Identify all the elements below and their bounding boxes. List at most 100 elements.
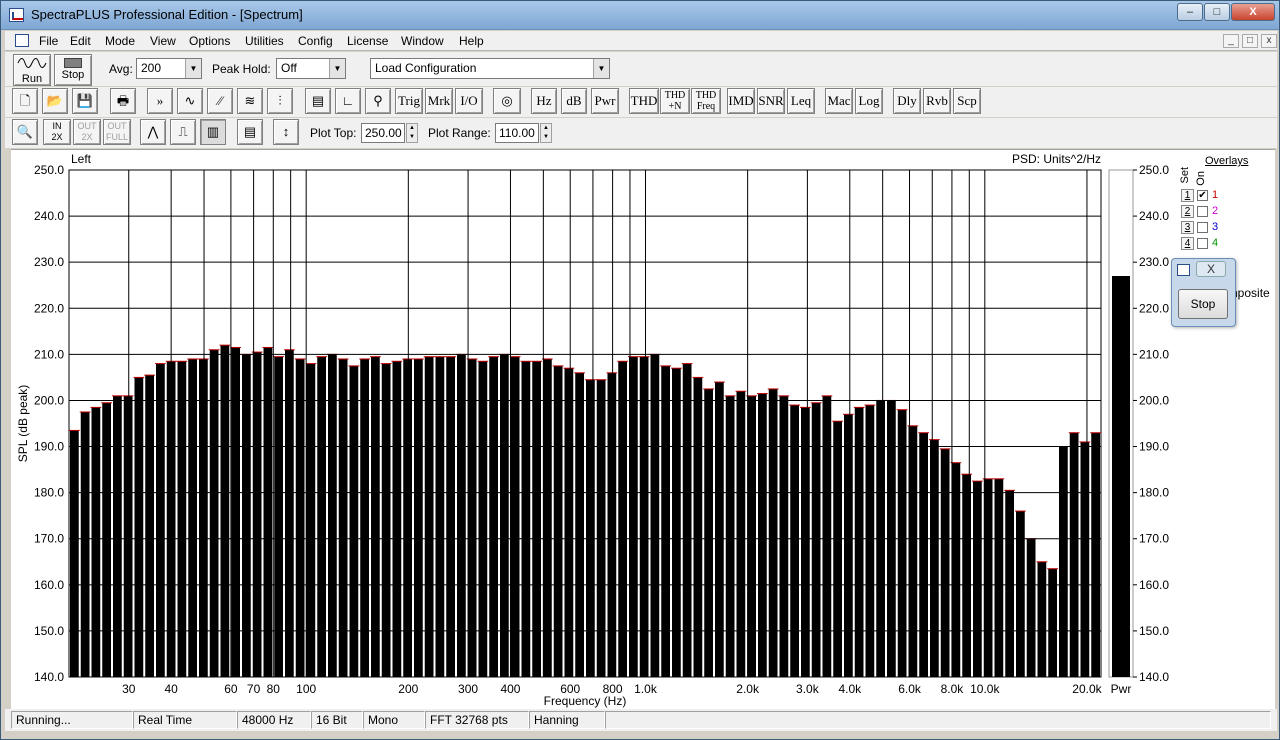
snr-button[interactable]: SNR <box>757 88 785 114</box>
mdi-restore-button[interactable]: □ <box>1242 34 1258 48</box>
menu-config[interactable]: Config <box>298 34 333 48</box>
stop-dialog[interactable]: X Stop <box>1171 258 1236 327</box>
mrk-button[interactable]: Mrk <box>425 88 453 114</box>
overlay-on-2-checkbox[interactable] <box>1197 206 1208 217</box>
composite-label[interactable]: nposite <box>1231 286 1270 300</box>
dialog-close-button[interactable]: X <box>1196 261 1226 277</box>
spectrum-chart[interactable]: 250.0 240.0 230.0 220.0 210.0 200.0 190.0 180.0… <box>11 150 1275 710</box>
x-tick-label: 300 <box>458 682 478 696</box>
step-plot-button[interactable]: ⎍ <box>170 119 196 145</box>
new-file-button[interactable]: 🗋 <box>12 88 38 114</box>
3d-surface-button[interactable]: ⫶ <box>267 88 293 114</box>
calculator-button[interactable]: ▤ <box>305 88 331 114</box>
y-tick-label: 200.0 <box>34 393 64 407</box>
thd-freq-button[interactable]: THD Freq <box>691 88 721 114</box>
db-button[interactable]: dB <box>561 88 587 114</box>
spectrum-bar <box>1005 490 1014 677</box>
y-scale-button[interactable]: ↕ <box>273 119 299 145</box>
channel-label: Left <box>71 152 92 166</box>
overlay-set-4-button[interactable]: 4 <box>1181 237 1194 250</box>
save-file-button[interactable]: 💾 <box>72 88 98 114</box>
document-icon[interactable] <box>15 34 29 47</box>
axis-button[interactable]: ∟ <box>335 88 361 114</box>
time-series-button[interactable]: ⁄⁄ <box>207 88 233 114</box>
open-file-button[interactable]: 📂 <box>42 88 68 114</box>
zoom-out-2x-button[interactable]: OUT 2X <box>73 119 101 145</box>
title-bar[interactable]: SpectraPLUS Professional Edition - [Spec… <box>1 1 1279 30</box>
x-axis-label: Frequency (Hz) <box>544 694 627 708</box>
thd-n-button[interactable]: THD +N <box>660 88 690 114</box>
bar-plot-button[interactable]: ▥ <box>200 119 226 145</box>
chevron-down-icon[interactable]: ▼ <box>593 59 609 78</box>
pwr-button[interactable]: Pwr <box>591 88 619 114</box>
dialog-stop-button[interactable]: Stop <box>1178 289 1228 319</box>
peak-hold-select[interactable]: Off ▼ <box>276 58 346 79</box>
line-plot-button[interactable]: ⋀ <box>140 119 166 145</box>
spectrum-bar <box>435 356 445 677</box>
menu-options[interactable]: Options <box>189 34 230 48</box>
plot-range-spinner[interactable]: ▲ ▼ <box>540 123 552 143</box>
fast-forward-button[interactable]: » <box>147 88 173 114</box>
overlay-set-3-button[interactable]: 3 <box>1181 221 1194 234</box>
signal-generator-button[interactable]: ◎ <box>493 88 521 114</box>
plot-top-input[interactable]: 250.00 <box>361 123 405 143</box>
mac-button[interactable]: Mac <box>825 88 853 114</box>
overlay-on-1-checkbox[interactable]: ✔ <box>1197 190 1208 201</box>
chevron-down-icon[interactable]: ▼ <box>329 59 345 78</box>
print-button[interactable]: 🖶 <box>110 88 136 114</box>
minimize-button[interactable]: – <box>1177 3 1203 21</box>
log-button[interactable]: Log <box>855 88 883 114</box>
mdi-close-button[interactable]: x <box>1261 34 1277 48</box>
stop-button[interactable]: Stop <box>54 54 92 86</box>
menu-license[interactable]: License <box>347 34 388 48</box>
run-button[interactable]: Run <box>13 54 51 86</box>
menu-window[interactable]: Window <box>401 34 444 48</box>
rvb-button[interactable]: Rvb <box>923 88 951 114</box>
trig-button[interactable]: Trig <box>395 88 423 114</box>
plot-settings-button[interactable]: ▤ <box>237 119 263 145</box>
mdi-minimize-button[interactable]: _ <box>1223 34 1239 48</box>
overlay-set-1-button[interactable]: 1 <box>1181 189 1194 202</box>
zoom-button[interactable]: 🔍 <box>12 119 38 145</box>
zoom-out-full-button[interactable]: OUT FULL <box>103 119 131 145</box>
close-button[interactable]: X <box>1231 3 1275 21</box>
spectrum-bar <box>693 377 703 677</box>
overlay-on-4-checkbox[interactable] <box>1197 238 1208 249</box>
io-button[interactable]: I/O <box>455 88 483 114</box>
spectrum-bar <box>768 388 778 677</box>
scp-button[interactable]: Scp <box>953 88 981 114</box>
set-column-header: Set <box>1179 167 1191 184</box>
tripod-button[interactable]: ⚲ <box>365 88 391 114</box>
menu-edit[interactable]: Edit <box>70 34 91 48</box>
thd-button[interactable]: THD <box>629 88 659 114</box>
dly-button[interactable]: Dly <box>893 88 921 114</box>
spectrum-bar <box>833 421 842 677</box>
plot-top-label: Plot Top: <box>310 126 357 140</box>
restore-button[interactable]: □ <box>1204 3 1230 21</box>
plot-top-spinner[interactable]: ▲ ▼ <box>406 123 418 143</box>
overlay-set-2-button[interactable]: 2 <box>1181 205 1194 218</box>
avg-select[interactable]: 200 ▼ <box>136 58 202 79</box>
hz-button[interactable]: Hz <box>531 88 557 114</box>
menu-help[interactable]: Help <box>459 34 484 48</box>
overlay-on-3-checkbox[interactable] <box>1197 222 1208 233</box>
menu-mode[interactable]: Mode <box>105 34 135 48</box>
spectrum-bar <box>295 358 305 677</box>
y-tick-label: 250.0 <box>34 163 64 177</box>
spectrogram-button[interactable]: ≋ <box>237 88 263 114</box>
menu-utilities[interactable]: Utilities <box>245 34 284 48</box>
main-toolbar: Run Stop Avg: 200 ▼ Peak Hold: Off ▼ Loa… <box>5 52 1277 86</box>
plot-range-input[interactable]: 110.00 <box>495 123 539 143</box>
zoom-in-2x-button[interactable]: IN 2X <box>43 119 71 145</box>
spectrum-bar <box>306 363 316 677</box>
chevron-down-icon[interactable]: ▼ <box>185 59 201 78</box>
wave-edit-button[interactable]: ∿ <box>177 88 203 114</box>
leq-button[interactable]: Leq <box>787 88 815 114</box>
spectrum-plot-pane[interactable]: 250.0 240.0 230.0 220.0 210.0 200.0 190.0 180.0… <box>11 149 1275 709</box>
overlays-title[interactable]: Overlays <box>1205 155 1248 167</box>
menu-view[interactable]: View <box>150 34 176 48</box>
imd-button[interactable]: IMD <box>727 88 755 114</box>
configuration-select[interactable]: Load Configuration ▼ <box>370 58 610 79</box>
level-meter-tick-label: 180.0 <box>1139 486 1169 500</box>
menu-file[interactable]: File <box>39 34 58 48</box>
